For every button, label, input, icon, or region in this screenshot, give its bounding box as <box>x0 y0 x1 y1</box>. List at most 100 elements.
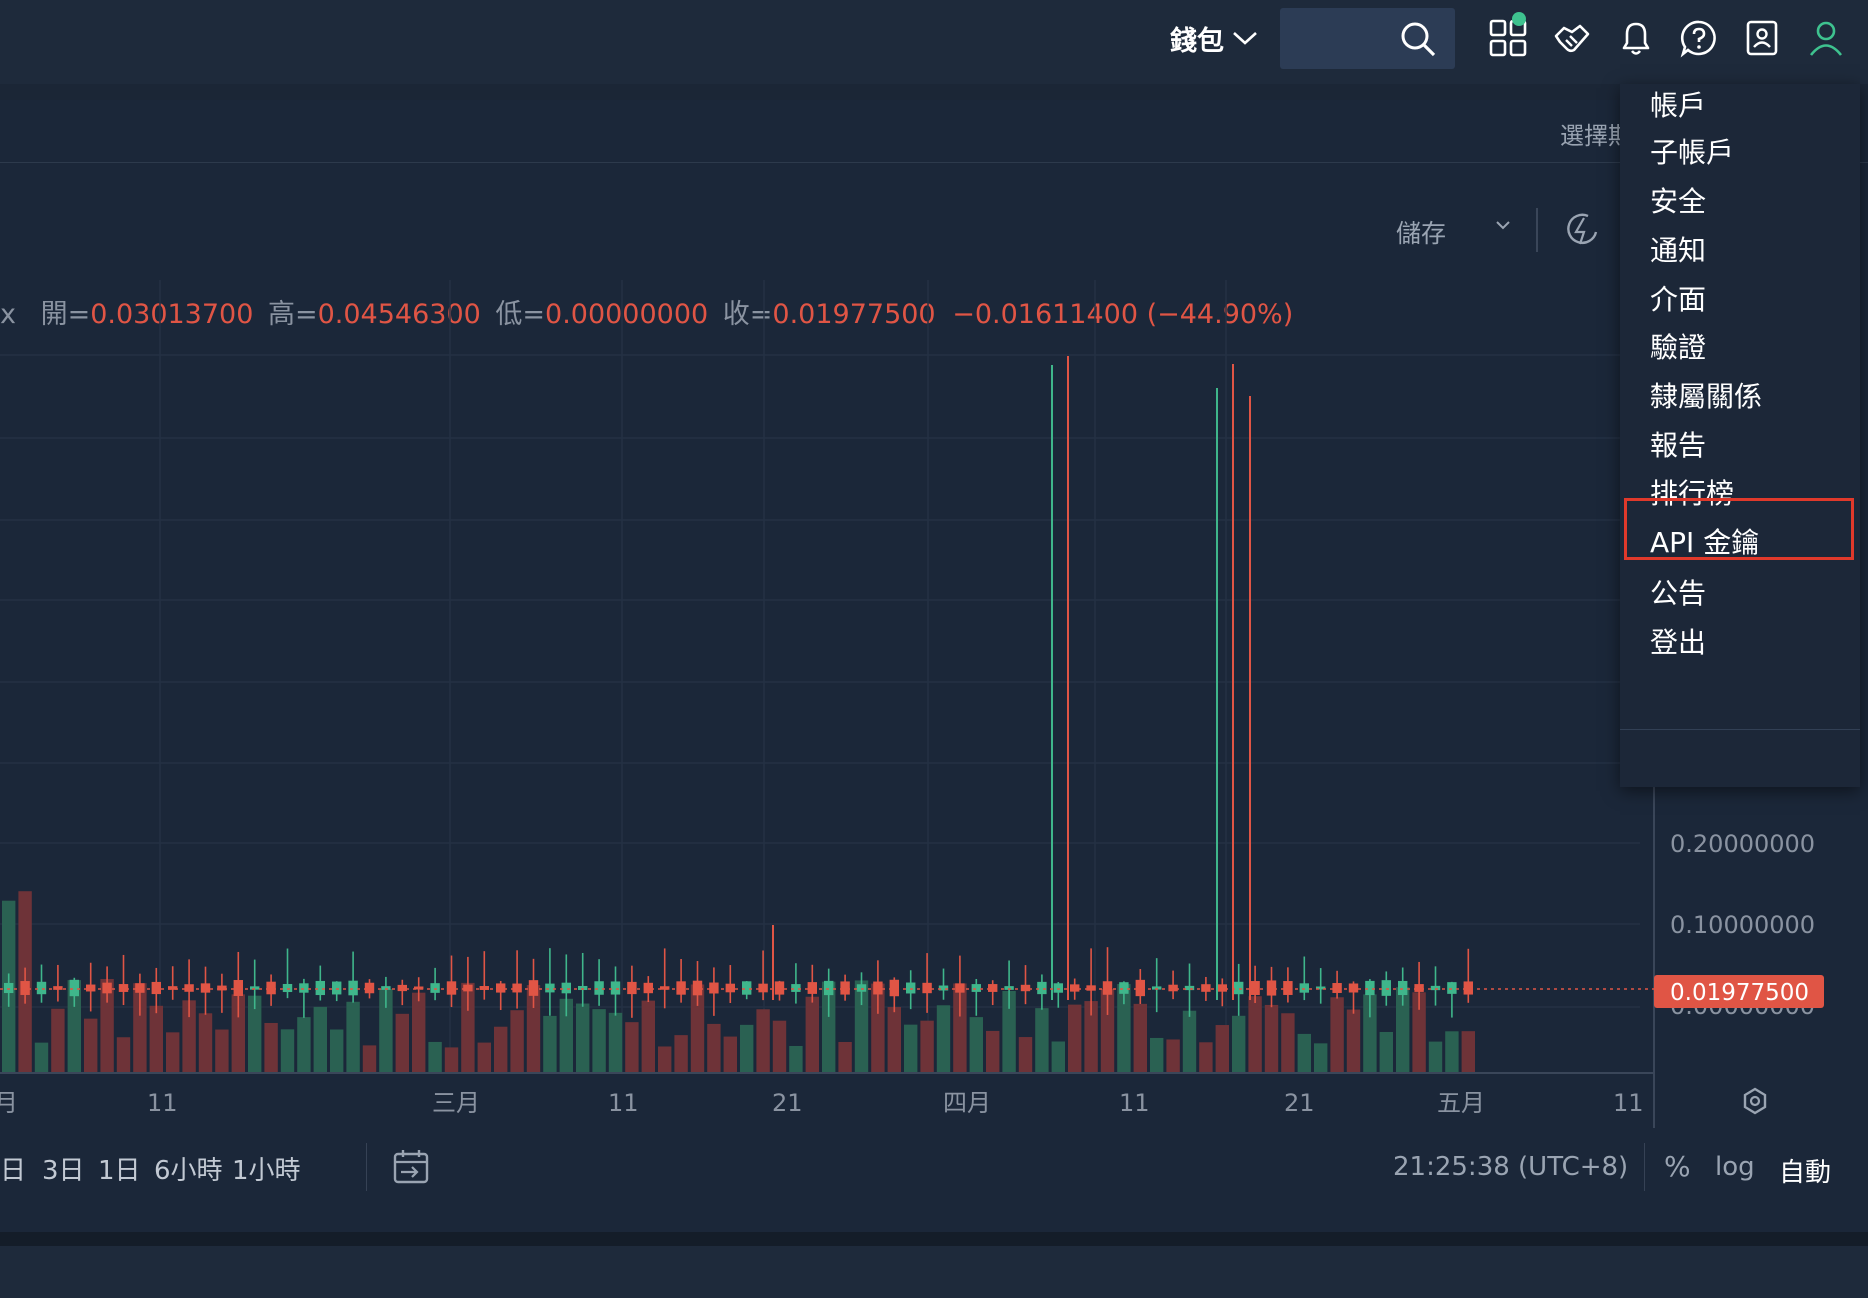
candle-body <box>709 982 719 994</box>
apps-button[interactable] <box>1484 12 1532 62</box>
menu-item[interactable]: 安全 <box>1650 180 1706 220</box>
menu-item[interactable]: 公告 <box>1650 572 1706 612</box>
candle-body <box>200 983 211 993</box>
price-chart[interactable]: 0.200000000.100000000.00000000月11三月1121四… <box>0 270 1868 1140</box>
time-tick-label: 11 <box>1613 1089 1644 1117</box>
candle-body <box>233 980 243 996</box>
volume-bar <box>34 1042 49 1073</box>
timeframe-option[interactable]: 1小時 <box>232 1150 301 1187</box>
volume-bar <box>1215 1025 1229 1073</box>
menu-item[interactable]: 介面 <box>1650 278 1706 318</box>
indicator-tool-icon[interactable] <box>1566 210 1602 250</box>
help-button[interactable] <box>1675 14 1723 62</box>
account-dropdown-menu: 帳戶 子帳戶 安全 通知 介面 驗證 隸屬關係 報告 排行榜 API 金鑰 公告 登出 <box>1620 84 1860 787</box>
time-tick-label: 11 <box>147 1089 178 1117</box>
volume-bar <box>592 1009 606 1073</box>
volume-bar <box>166 1032 180 1073</box>
candle-body <box>4 982 14 994</box>
candle-body <box>512 983 522 993</box>
candle-body <box>610 981 621 995</box>
volume-bar <box>1445 1031 1459 1073</box>
candle-body <box>922 982 932 994</box>
volume-bar <box>116 1037 131 1073</box>
candle-body <box>1217 984 1227 992</box>
candle-body <box>446 981 457 995</box>
volume-bar <box>412 992 426 1073</box>
volume-bar <box>395 1013 409 1073</box>
calendar-go-to-date-icon[interactable] <box>391 1146 433 1188</box>
volume-bar <box>313 1006 327 1073</box>
volume-bar <box>510 1010 524 1073</box>
p2p-button[interactable] <box>1548 14 1596 62</box>
timeframe-option[interactable]: 1日 <box>98 1150 141 1187</box>
highlight-box <box>1624 498 1854 560</box>
volume-bar <box>1297 1033 1311 1073</box>
wallet-label: 錢包 <box>1170 25 1224 57</box>
time-tick-label: 五月 <box>1437 1089 1485 1117</box>
menu-item[interactable]: 帳戶 <box>1650 84 1706 124</box>
volume-bar <box>84 1018 98 1073</box>
volume-bar <box>1330 997 1344 1073</box>
volume-bar <box>789 1045 803 1073</box>
candle-body <box>282 983 293 993</box>
timeframe-option[interactable]: 6小時 <box>154 1150 223 1187</box>
volume-bar <box>1150 1037 1164 1073</box>
volume-bar <box>576 1003 590 1073</box>
wallet-dropdown[interactable]: 錢包 <box>1170 18 1258 58</box>
volume-bar <box>904 1024 918 1073</box>
candle-body <box>1070 984 1080 992</box>
candle-body <box>315 980 325 996</box>
timeframe-option[interactable]: 日 <box>0 1150 26 1187</box>
auto-scale-toggle[interactable]: 自動 <box>1779 1152 1831 1189</box>
candle-body <box>430 983 440 993</box>
menu-item[interactable]: 驗證 <box>1650 326 1706 366</box>
account-button[interactable] <box>1802 14 1850 62</box>
volume-bar <box>428 1041 442 1073</box>
log-scale-toggle[interactable]: log <box>1715 1152 1755 1182</box>
volume-bar <box>264 1022 278 1073</box>
candle-body <box>955 983 965 993</box>
percent-scale-toggle[interactable]: % <box>1664 1150 1691 1183</box>
candle-body <box>348 980 358 996</box>
volume-bar <box>543 1015 557 1073</box>
menu-divider <box>1620 729 1860 730</box>
save-layout-button[interactable]: 儲存 <box>1396 214 1446 250</box>
candle-body <box>1398 980 1408 996</box>
volume-bar <box>1035 1008 1049 1073</box>
toolbar-divider <box>366 1143 367 1191</box>
volume-bar <box>887 1007 901 1073</box>
candle-body <box>86 984 96 992</box>
volume-bar <box>723 1036 737 1073</box>
menu-item[interactable]: 子帳戶 <box>1650 131 1734 171</box>
search-icon[interactable] <box>1399 20 1437 58</box>
volume-bar <box>740 1024 754 1073</box>
candle-body <box>1086 985 1096 991</box>
volume-bar <box>641 1000 655 1073</box>
candle-body <box>1102 981 1113 995</box>
user-icon <box>1809 21 1843 56</box>
candle-body <box>906 982 916 994</box>
search-input[interactable] <box>1280 8 1455 69</box>
time-tick-label: 11 <box>608 1089 639 1117</box>
menu-item[interactable]: 隸屬關係 <box>1650 375 1762 415</box>
candle-body <box>988 984 998 992</box>
volume-bar <box>1264 1004 1279 1073</box>
candle-body <box>1168 984 1178 992</box>
menu-item[interactable]: 報告 <box>1650 424 1706 464</box>
menu-item[interactable]: 登出 <box>1650 621 1706 661</box>
timeframe-option[interactable]: 3日 <box>42 1150 85 1187</box>
chevron-down-icon[interactable] <box>1494 218 1512 232</box>
menu-item[interactable]: 通知 <box>1650 229 1706 269</box>
chart-settings-icon[interactable] <box>1743 1087 1767 1115</box>
volume-bar <box>1248 996 1262 1073</box>
notifications-button[interactable] <box>1612 14 1660 62</box>
volume-bar <box>297 1017 311 1073</box>
panel-footer-divider <box>0 1232 1868 1246</box>
time-tick-label: 月 <box>0 1089 18 1117</box>
candle-body <box>692 980 703 996</box>
contacts-button[interactable] <box>1738 14 1786 62</box>
volume-bar <box>969 1017 983 1073</box>
candle-body <box>1119 982 1129 994</box>
toolbar-divider <box>1536 208 1538 252</box>
volume-bar <box>625 1022 639 1073</box>
